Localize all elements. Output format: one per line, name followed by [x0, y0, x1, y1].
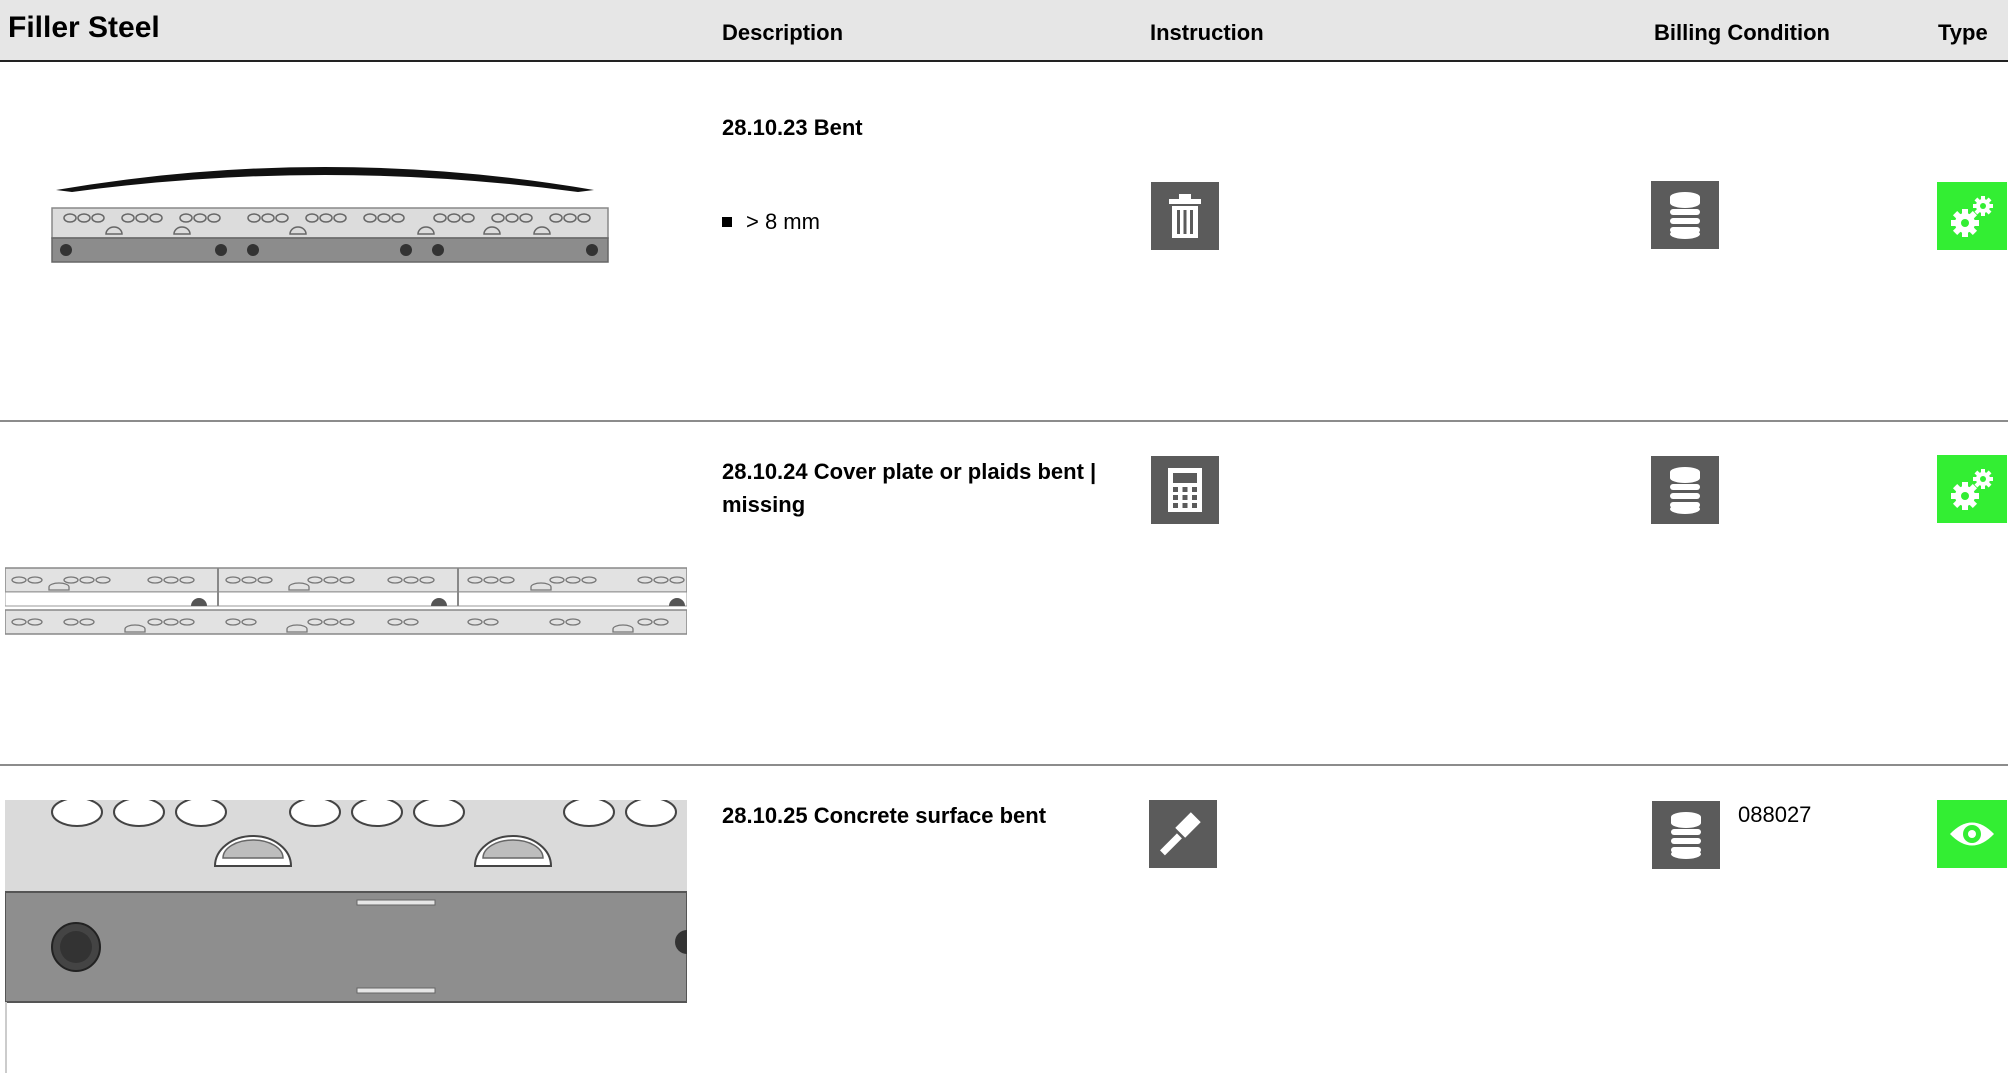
concrete-surface-image	[5, 800, 687, 1073]
calculator-icon[interactable]	[1151, 456, 1219, 524]
eye-icon[interactable]	[1937, 800, 2007, 868]
gears-icon[interactable]	[1937, 182, 2007, 250]
column-header-billing: Billing Condition	[1654, 20, 1830, 45]
item-bullet: > 8 mm	[722, 209, 820, 235]
row-divider	[0, 764, 2008, 766]
hammer-icon[interactable]	[1149, 800, 1217, 868]
billing-code: 088027	[1738, 802, 1812, 827]
bullet-text: > 8 mm	[746, 209, 820, 234]
gears-icon[interactable]	[1937, 455, 2007, 523]
bullet-square-icon	[722, 217, 732, 227]
page-title: Filler Steel	[8, 11, 160, 44]
column-header-instruction: Instruction	[1150, 20, 1264, 45]
item-title: 28.10.23 Bent	[722, 115, 863, 140]
row-divider	[0, 420, 2008, 422]
coin-stack-icon[interactable]	[1652, 801, 1720, 869]
table-header: Filler Steel Description Instruction Bil…	[0, 0, 2008, 62]
item-title: 28.10.25 Concrete surface bent	[722, 803, 1047, 828]
coin-stack-icon[interactable]	[1651, 456, 1719, 524]
column-header-type: Type	[1938, 20, 1988, 45]
column-header-description: Description	[722, 20, 844, 45]
item-title: 28.10.24 Cover plate or plaids bent | mi…	[722, 459, 1097, 517]
bent-rail-image	[48, 150, 610, 274]
trash-icon[interactable]	[1151, 182, 1219, 250]
coin-stack-icon[interactable]	[1651, 181, 1719, 249]
cover-plate-image	[5, 566, 687, 638]
